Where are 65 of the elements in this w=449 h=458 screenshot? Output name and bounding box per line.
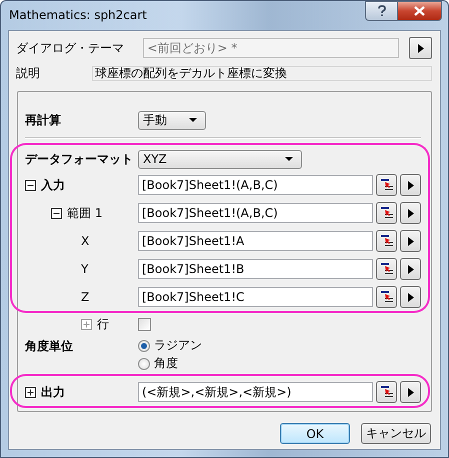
radio-button[interactable] <box>138 358 150 370</box>
sheet-cursor-icon <box>380 385 394 399</box>
range-select-button[interactable] <box>376 174 397 196</box>
parameter-label: 行 <box>97 316 109 332</box>
sheet-cursor-icon <box>380 290 394 304</box>
theme-label: ダイアログ・テーマ <box>16 40 125 56</box>
dropdown[interactable]: XYZ <box>138 150 302 168</box>
menu-button[interactable] <box>400 230 421 252</box>
description-text: 球座標の配列をデカルト座標に変換 <box>92 66 432 80</box>
menu-button[interactable] <box>400 202 421 224</box>
parameter-label: 入力 <box>41 176 65 194</box>
help-button[interactable] <box>365 1 397 21</box>
menu-button[interactable] <box>400 258 421 280</box>
range-select-button[interactable] <box>376 381 397 403</box>
parameter-label: X <box>81 234 90 248</box>
parameter-label: データフォーマット <box>25 150 133 168</box>
range-select-button[interactable] <box>376 202 397 224</box>
range-select-button[interactable] <box>376 286 397 308</box>
window-title: Mathematics: sph2cart <box>8 7 147 22</box>
parameter-label: 角度単位 <box>25 338 73 355</box>
minus-box-icon[interactable] <box>25 180 36 190</box>
parameter-label: 範囲 1 <box>67 204 102 222</box>
input-field[interactable]: [Book7]Sheet1!(A,B,C) <box>138 175 373 195</box>
triangle-icon <box>418 44 424 52</box>
sheet-cursor-icon <box>380 178 394 192</box>
input-field[interactable]: [Book7]Sheet1!(A,B,C) <box>138 203 373 223</box>
parameter-label: 出力 <box>41 384 65 400</box>
plus-box-icon[interactable] <box>25 386 36 398</box>
input-field[interactable]: [Book7]Sheet1!B <box>138 259 373 279</box>
sheet-cursor-icon <box>380 206 394 220</box>
radio-button[interactable] <box>138 340 150 352</box>
triangle-icon <box>408 208 414 218</box>
parameter-label: Y <box>81 262 88 276</box>
caret-icon <box>285 157 293 161</box>
range-select-button[interactable] <box>376 230 397 252</box>
triangle-icon <box>408 388 414 396</box>
cancel-button[interactable]: キャンセル <box>361 423 431 444</box>
help-icon <box>378 5 386 17</box>
input-field[interactable]: [Book7]Sheet1!A <box>138 231 373 251</box>
theme-field[interactable]: <前回どおり> * <box>143 38 400 58</box>
menu-button[interactable] <box>409 37 432 59</box>
minus-box-icon[interactable] <box>51 208 62 218</box>
close-button[interactable] <box>397 1 442 21</box>
description-label: 説明 <box>16 64 41 82</box>
parameter-label: Z <box>81 290 90 304</box>
parameter-label: 再計算 <box>25 112 62 128</box>
sheet-cursor-icon <box>380 234 394 248</box>
radio-label: ラジアン <box>154 337 202 354</box>
checkbox[interactable] <box>138 318 151 330</box>
range-select-button[interactable] <box>376 258 397 280</box>
ok-button[interactable]: OK <box>280 423 350 444</box>
close-icon <box>414 6 425 16</box>
input-field[interactable]: (<新規>,<新規>,<新規>) <box>138 382 373 402</box>
dropdown[interactable]: 手動 <box>138 110 206 130</box>
triangle-icon <box>408 264 414 274</box>
sheet-cursor-icon <box>380 262 394 276</box>
input-field[interactable]: [Book7]Sheet1!C <box>138 287 373 307</box>
triangle-icon <box>408 180 414 190</box>
triangle-icon <box>408 236 414 246</box>
triangle-icon <box>408 292 414 302</box>
menu-button[interactable] <box>400 381 421 403</box>
menu-button[interactable] <box>400 286 421 308</box>
menu-button[interactable] <box>400 174 421 196</box>
caret-icon <box>189 118 197 122</box>
radio-label: 角度 <box>154 355 178 372</box>
